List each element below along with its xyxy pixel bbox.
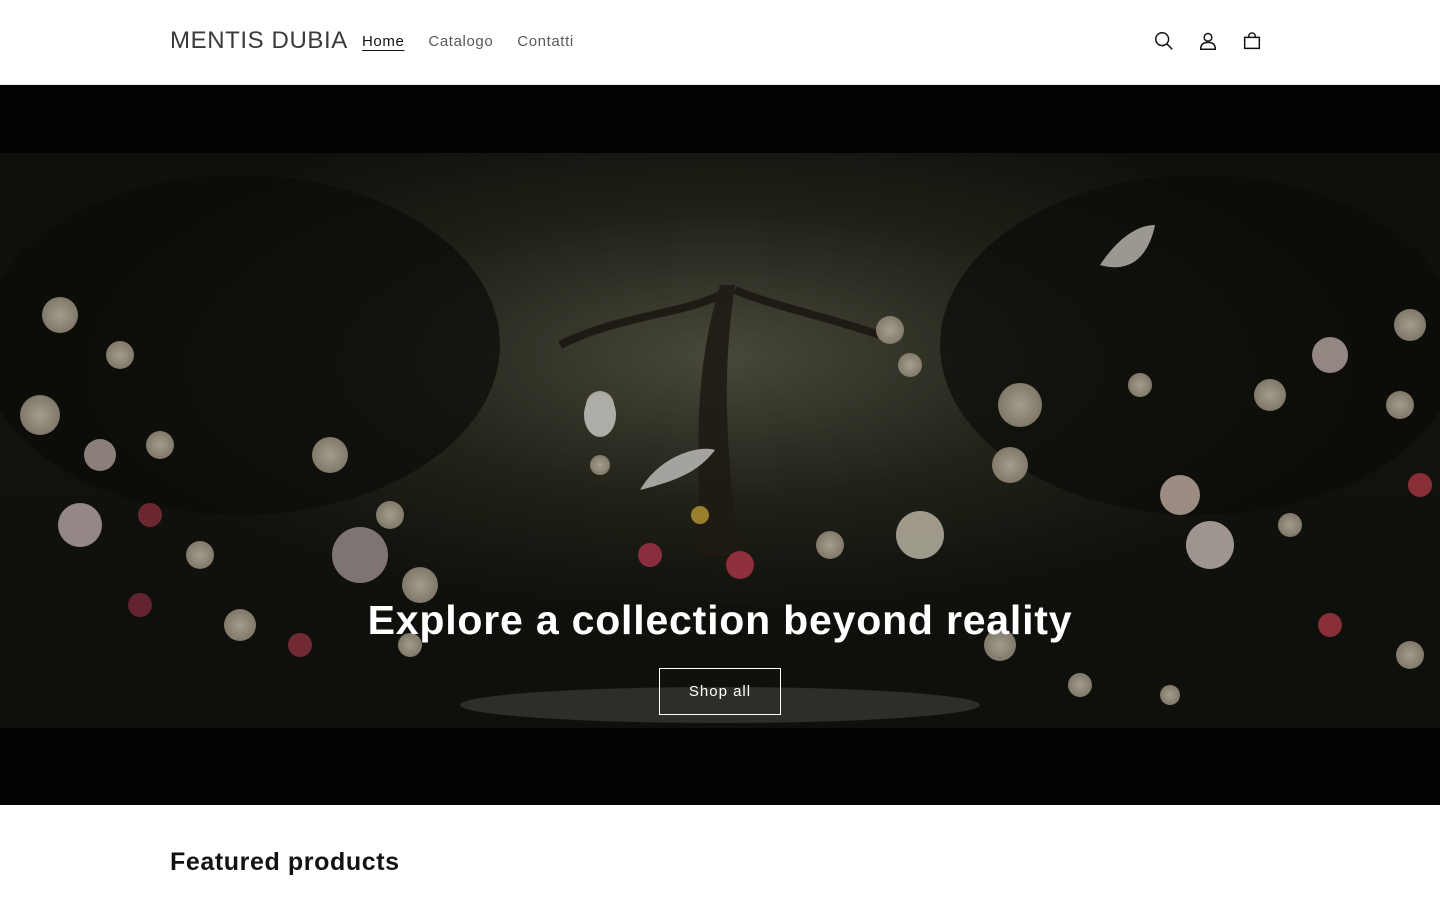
account-icon[interactable] xyxy=(1194,27,1222,55)
header-icons xyxy=(1150,27,1282,55)
nav-item-catalogo[interactable]: Catalogo xyxy=(428,32,493,52)
nav-item-home[interactable]: Home xyxy=(362,32,404,52)
nav-item-contatti[interactable]: Contatti xyxy=(517,32,574,52)
hero-banner: Explore a collection beyond reality Shop… xyxy=(0,85,1440,805)
search-icon[interactable] xyxy=(1150,27,1178,55)
cart-icon[interactable] xyxy=(1238,27,1266,55)
main-nav: Home Catalogo Contatti xyxy=(362,32,598,52)
featured-products-title: Featured products xyxy=(170,848,400,876)
site-header: MENTIS DUBIA Home Catalogo Contatti xyxy=(0,0,1440,85)
site-logo[interactable]: MENTIS DUBIA xyxy=(170,27,348,55)
hero-title: Explore a collection beyond reality xyxy=(367,597,1073,643)
shop-all-button[interactable]: Shop all xyxy=(659,668,781,715)
